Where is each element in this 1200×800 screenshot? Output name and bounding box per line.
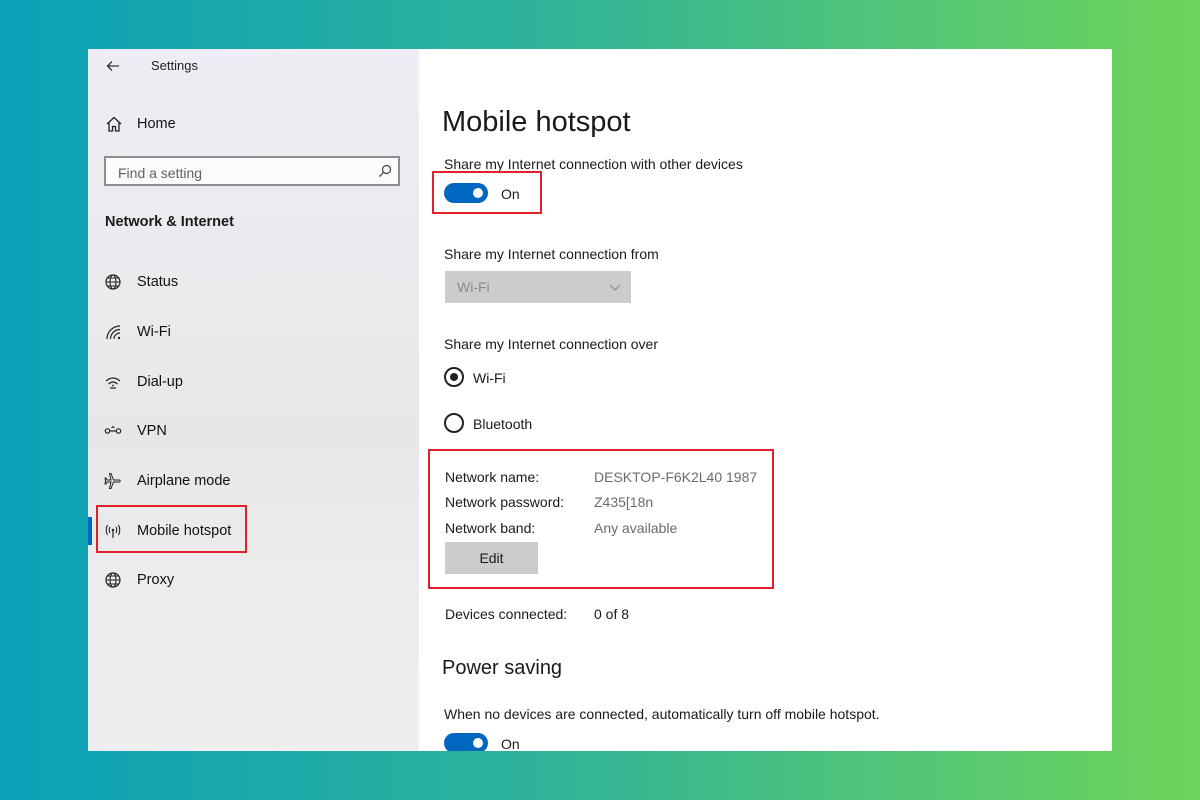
- devices-connected-value: 0 of 8: [594, 606, 630, 622]
- radio-wifi-label[interactable]: Wi-Fi: [473, 370, 506, 386]
- share-over-label: Share my Internet connection over: [444, 336, 659, 352]
- globe-icon: [105, 274, 121, 290]
- radio-bluetooth[interactable]: [444, 413, 464, 433]
- sidebar-item-status[interactable]: Status: [88, 264, 419, 300]
- back-button[interactable]: [102, 55, 124, 77]
- sidebar-item-label: Dial-up: [137, 374, 183, 390]
- network-name-key: Network name:: [445, 469, 540, 485]
- search-icon[interactable]: [378, 164, 392, 178]
- share-toggle-state: On: [501, 186, 520, 202]
- power-saving-toggle[interactable]: [444, 733, 488, 751]
- toggle-knob: [473, 738, 483, 748]
- chevron-down-icon: [609, 284, 621, 291]
- main-content: Mobile hotspot Share my Internet connect…: [419, 49, 1112, 751]
- devices-connected-key: Devices connected:: [445, 606, 568, 622]
- selection-indicator: [88, 517, 92, 545]
- sidebar-item-label: Proxy: [137, 572, 175, 588]
- sidebar-item-airplane-mode[interactable]: Airplane mode: [88, 463, 419, 499]
- share-toggle[interactable]: [444, 183, 488, 203]
- title-bar: Settings: [88, 49, 419, 83]
- sidebar-item-label: Status: [137, 274, 179, 290]
- network-password-value: Z435[18n: [594, 494, 654, 510]
- home-label: Home: [137, 116, 176, 132]
- network-band-value: Any available: [594, 520, 678, 536]
- page-title: Mobile hotspot: [442, 106, 631, 138]
- sidebar-item-proxy[interactable]: Proxy: [88, 562, 419, 598]
- home-icon: [106, 116, 122, 132]
- edit-button[interactable]: Edit: [445, 542, 538, 574]
- power-saving-toggle-state: On: [501, 736, 520, 751]
- radio-bluetooth-label[interactable]: Bluetooth: [473, 416, 532, 432]
- back-arrow-icon: [106, 61, 119, 71]
- network-name-value: DESKTOP-F6K2L40 1987: [594, 469, 758, 485]
- sidebar-item-vpn[interactable]: VPN: [88, 413, 419, 449]
- search-box[interactable]: [104, 156, 400, 186]
- toggle-knob: [473, 188, 483, 198]
- sidebar-item-dial-up[interactable]: Dial-up: [88, 364, 419, 400]
- sidebar-item-mobile-hotspot[interactable]: Mobile hotspot: [88, 513, 419, 549]
- network-password-key: Network password:: [445, 494, 565, 510]
- vpn-icon: [104, 425, 122, 434]
- power-saving-label: When no devices are connected, automatic…: [444, 706, 880, 722]
- share-from-dropdown[interactable]: Wi-Fi: [445, 271, 631, 303]
- settings-window: Settings Home Network & Internet Status: [88, 49, 1112, 751]
- share-from-label: Share my Internet connection from: [444, 246, 659, 262]
- power-saving-title: Power saving: [442, 657, 563, 679]
- sidebar-item-label: Airplane mode: [137, 473, 231, 489]
- hotspot-icon: [105, 524, 121, 538]
- network-band-key: Network band:: [445, 520, 536, 536]
- airplane-icon: [104, 473, 121, 489]
- radio-wifi[interactable]: [444, 367, 464, 387]
- section-heading: Network & Internet: [105, 214, 234, 230]
- globe-icon: [105, 572, 121, 588]
- sidebar: Settings Home Network & Internet Status: [88, 49, 419, 751]
- search-input[interactable]: [116, 162, 370, 184]
- sidebar-item-label: VPN: [137, 423, 167, 439]
- dial-up-icon: [105, 377, 121, 389]
- sidebar-item-label: Mobile hotspot: [137, 523, 232, 539]
- home-nav-item[interactable]: Home: [88, 107, 419, 141]
- share-label: Share my Internet connection with other …: [444, 156, 743, 172]
- wifi-icon: [106, 325, 121, 340]
- sidebar-item-label: Wi-Fi: [137, 324, 171, 340]
- sidebar-item-wifi[interactable]: Wi-Fi: [88, 314, 419, 350]
- share-from-value: Wi-Fi: [457, 279, 490, 295]
- app-title: Settings: [151, 58, 198, 73]
